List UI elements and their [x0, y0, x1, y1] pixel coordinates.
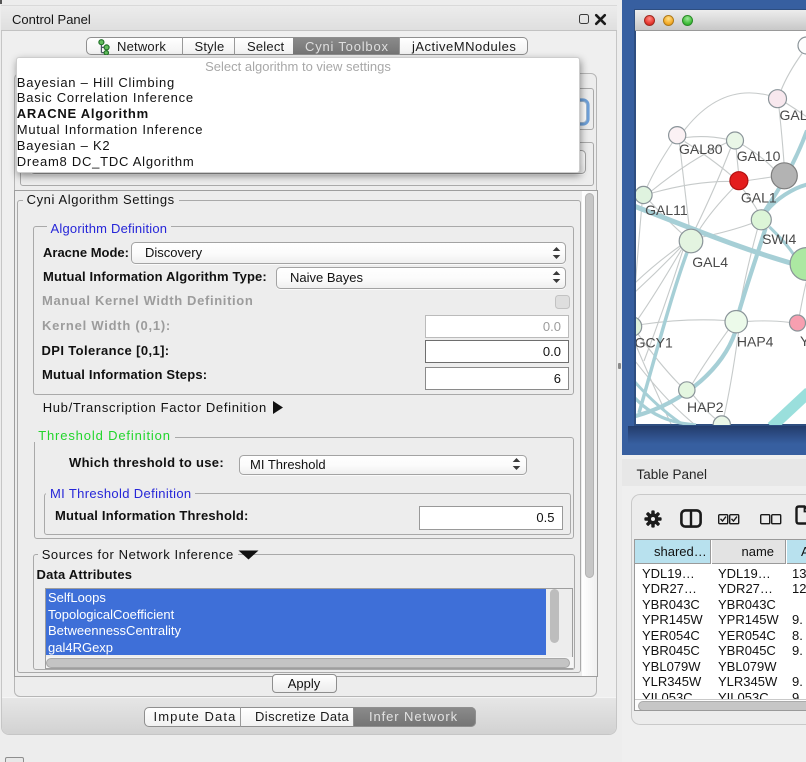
svg-text:GAL80: GAL80: [679, 141, 723, 157]
svg-text:Y: Y: [800, 333, 806, 349]
svg-text:HAP4: HAP4: [737, 333, 774, 349]
svg-text:GAL4: GAL4: [692, 254, 728, 270]
svg-text:SWI4: SWI4: [762, 231, 796, 247]
svg-text:GCY1: GCY1: [636, 334, 673, 350]
svg-text:GAL10: GAL10: [737, 148, 781, 164]
svg-text:GAL1: GAL1: [741, 189, 777, 205]
svg-text:HAP2: HAP2: [687, 399, 724, 415]
svg-text:GAL11: GAL11: [645, 202, 688, 218]
svg-text:GAL: GAL: [780, 107, 806, 123]
